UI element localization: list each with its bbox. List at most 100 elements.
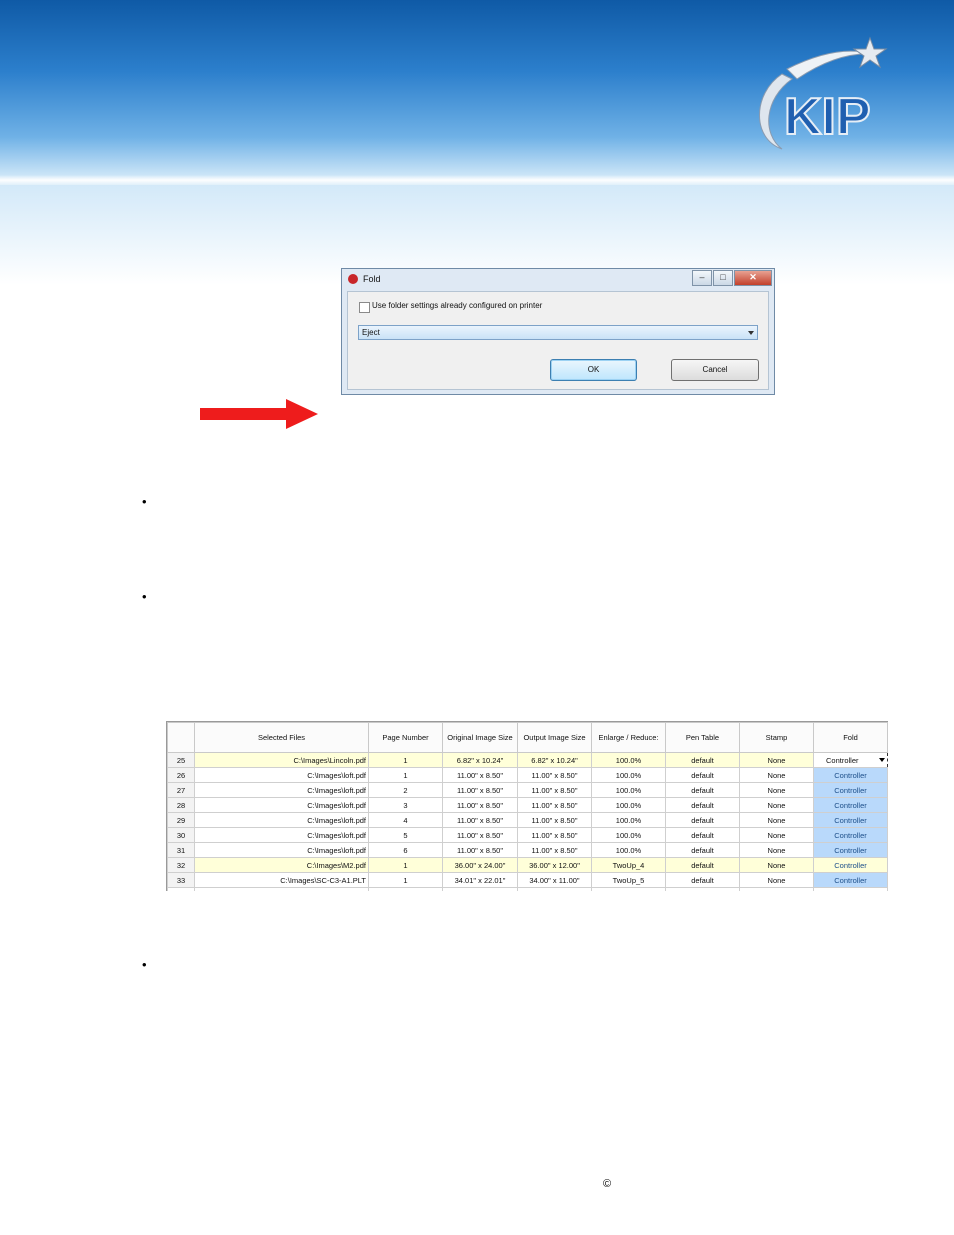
output-size-cell: 36.00" x 12.00" xyxy=(517,857,592,873)
row-number[interactable]: 27 xyxy=(167,782,195,798)
bullet-1: • xyxy=(142,494,147,509)
file-path-cell: C:\Images\loft.pdf xyxy=(194,767,369,783)
page-number-cell: 1 xyxy=(368,857,443,873)
file-list-table: Selected Files Page Number Original Imag… xyxy=(166,721,888,891)
table-row[interactable]: 28 C:\Images\loft.pdf 3 11.00" x 8.50" 11.00… xyxy=(167,797,888,813)
table-row[interactable]: 31 C:\Images\loft.pdf 6 11.00" x 8.50" 11.00… xyxy=(167,842,888,858)
table-cell-cutoff xyxy=(665,887,740,891)
column-header[interactable]: Enlarge / Reduce: xyxy=(591,722,666,753)
fold-mode-select[interactable]: Eject xyxy=(358,325,758,340)
dialog-body: Use folder settings already configured o… xyxy=(347,291,769,390)
banner-sheen xyxy=(0,175,954,185)
output-size-cell: 11.00" x 8.50" xyxy=(517,842,592,858)
kip-logo: KIP xyxy=(759,36,888,150)
column-header[interactable]: Selected Files xyxy=(194,722,369,753)
table-row[interactable]: 32 C:\Images\M2.pdf 1 36.00" x 24.00" 36.00"… xyxy=(167,857,888,873)
row-number[interactable]: 29 xyxy=(167,812,195,828)
close-button[interactable]: ✕ xyxy=(734,270,772,286)
pen-table-cell: default xyxy=(665,782,740,798)
red-arrow-icon xyxy=(200,399,318,429)
stamp-cell: None xyxy=(739,752,814,768)
maximize-button[interactable]: □ xyxy=(713,270,733,286)
column-header[interactable]: Fold xyxy=(813,722,888,753)
file-path-cell: C:\Images\M2.pdf xyxy=(194,857,369,873)
original-size-cell: 34.01" x 22.01" xyxy=(442,872,518,888)
page-number-cell: 2 xyxy=(368,782,443,798)
row-number[interactable]: 30 xyxy=(167,827,195,843)
file-path-cell: C:\Images\loft.pdf xyxy=(194,827,369,843)
fold-cell[interactable]: Controller xyxy=(813,782,888,798)
fold-cell[interactable]: Controller xyxy=(813,812,888,828)
enlarge-reduce-cell: 100.0% xyxy=(591,797,666,813)
fold-dropdown[interactable]: Controller xyxy=(813,752,888,768)
column-header[interactable]: Page Number xyxy=(368,722,443,753)
original-size-cell: 11.00" x 8.50" xyxy=(442,782,518,798)
fold-mode-value: Eject xyxy=(362,328,380,337)
enlarge-reduce-cell: 100.0% xyxy=(591,827,666,843)
dialog-title: Fold xyxy=(363,274,381,284)
original-size-cell: 11.00" x 8.50" xyxy=(442,767,518,783)
bullet-2: • xyxy=(142,589,147,604)
enlarge-reduce-cell: 100.0% xyxy=(591,767,666,783)
row-number[interactable]: 33 xyxy=(167,872,195,888)
fold-cell[interactable]: Controller xyxy=(813,857,888,873)
fold-dialog: Fold – □ ✕ Use folder settings already c… xyxy=(341,268,775,395)
column-header[interactable]: Original Image Size xyxy=(442,722,518,753)
table-row[interactable]: 27 C:\Images\loft.pdf 2 11.00" x 8.50" 11.00… xyxy=(167,782,888,798)
row-number[interactable]: 26 xyxy=(167,767,195,783)
enlarge-reduce-cell: 100.0% xyxy=(591,782,666,798)
minimize-button[interactable]: – xyxy=(692,270,712,286)
row-number[interactable]: 32 xyxy=(167,857,195,873)
table-row[interactable]: 25 C:\Images\Lincoln.pdf 1 6.82" x 10.24" 6.… xyxy=(167,752,888,768)
table-cell-cutoff xyxy=(442,887,518,891)
dialog-titlebar[interactable]: Fold – □ ✕ xyxy=(342,269,774,289)
output-size-cell: 11.00" x 8.50" xyxy=(517,767,592,783)
table-row[interactable]: 30 C:\Images\loft.pdf 5 11.00" x 8.50" 11.00… xyxy=(167,827,888,843)
table-cell-cutoff xyxy=(739,887,814,891)
page-number-cell: 1 xyxy=(368,872,443,888)
stamp-cell: None xyxy=(739,857,814,873)
enlarge-reduce-cell: 100.0% xyxy=(591,842,666,858)
table-cell-cutoff xyxy=(368,887,443,891)
table-cell-cutoff xyxy=(591,887,666,891)
header-banner: KIP xyxy=(0,0,954,285)
original-size-cell: 11.00" x 8.50" xyxy=(442,842,518,858)
original-size-cell: 11.00" x 8.50" xyxy=(442,812,518,828)
table-row[interactable]: 29 C:\Images\loft.pdf 4 11.00" x 8.50" 11.00… xyxy=(167,812,888,828)
file-path-cell: C:\Images\Lincoln.pdf xyxy=(194,752,369,768)
window-controls: – □ ✕ xyxy=(691,270,772,286)
folder-settings-checkbox[interactable] xyxy=(359,302,370,313)
file-path-cell: C:\Images\loft.pdf xyxy=(194,797,369,813)
file-path-cell: C:\Images\loft.pdf xyxy=(194,842,369,858)
file-path-cell: C:\Images\loft.pdf xyxy=(194,782,369,798)
pen-table-cell: default xyxy=(665,827,740,843)
original-size-cell: 11.00" x 8.50" xyxy=(442,827,518,843)
row-number[interactable]: 31 xyxy=(167,842,195,858)
cancel-button[interactable]: Cancel xyxy=(671,359,759,381)
folder-settings-label[interactable]: Use folder settings already configured o… xyxy=(372,301,542,310)
original-size-cell: 11.00" x 8.50" xyxy=(442,797,518,813)
fold-cell[interactable]: Controller xyxy=(813,872,888,888)
table-row[interactable]: 26 C:\Images\loft.pdf 1 11.00" x 8.50" 11.00… xyxy=(167,767,888,783)
file-path-cell: C:\Images\loft.pdf xyxy=(194,812,369,828)
stamp-cell: None xyxy=(739,842,814,858)
ok-button[interactable]: OK xyxy=(550,359,637,381)
table-row-partial xyxy=(167,887,888,891)
row-number[interactable]: 28 xyxy=(167,797,195,813)
pen-table-cell: default xyxy=(665,812,740,828)
column-header[interactable]: Pen Table xyxy=(665,722,740,753)
stamp-cell: None xyxy=(739,827,814,843)
page-number-cell: 3 xyxy=(368,797,443,813)
chevron-down-icon[interactable] xyxy=(879,758,885,762)
fold-cell[interactable]: Controller xyxy=(813,827,888,843)
output-size-cell: 11.00" x 8.50" xyxy=(517,797,592,813)
fold-cell[interactable]: Controller xyxy=(813,767,888,783)
column-header[interactable]: Output Image Size xyxy=(517,722,592,753)
fold-cell[interactable]: Controller xyxy=(813,797,888,813)
fold-cell[interactable]: Controller xyxy=(813,842,888,858)
table-row[interactable]: 33 C:\Images\SC-C3-A1.PLT 1 34.01" x 22.01"… xyxy=(167,872,888,888)
column-header[interactable]: Stamp xyxy=(739,722,814,753)
row-number[interactable]: 25 xyxy=(167,752,195,768)
chevron-down-icon xyxy=(748,331,754,335)
output-size-cell: 11.00" x 8.50" xyxy=(517,812,592,828)
